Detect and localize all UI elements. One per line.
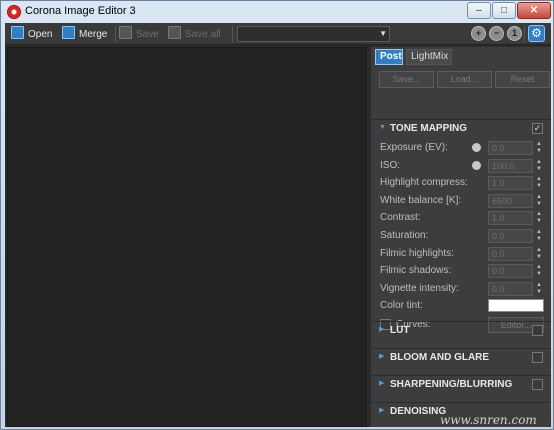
render-element-dropdown[interactable]: ▼ bbox=[237, 26, 390, 42]
setting-value-input[interactable]: 0.0 bbox=[488, 264, 533, 278]
setting-row: Saturation: 0.0 ▲ ▼ bbox=[371, 228, 551, 244]
toolbar-divider bbox=[232, 26, 233, 42]
setting-row: Contrast: 1.0 ▲ ▼ bbox=[371, 210, 551, 226]
setting-value-input[interactable]: 1.0 bbox=[488, 211, 533, 225]
setting-row: Highlight compress: 1.0 ▲ ▼ bbox=[371, 175, 551, 191]
folder-merge-icon bbox=[62, 26, 75, 39]
floppy-disk-icon bbox=[119, 26, 132, 39]
spinner-arrows-icon[interactable]: ▲ ▼ bbox=[535, 176, 543, 190]
floppy-disk-all-icon bbox=[168, 26, 181, 39]
collapsed-arrow-icon: ▶ bbox=[379, 326, 385, 333]
section-header[interactable]: ▶ LUT bbox=[371, 321, 551, 339]
minimize-button[interactable]: – bbox=[467, 2, 491, 19]
setting-row: ISO: 100.0 ▲ ▼ bbox=[371, 158, 551, 174]
save-preset-button[interactable]: Save... bbox=[379, 71, 434, 88]
save-all-label: Save all bbox=[185, 29, 221, 40]
save-label: Save bbox=[136, 29, 159, 40]
setting-value-input[interactable]: 100.0 bbox=[488, 159, 533, 173]
section-title: LUT bbox=[390, 325, 410, 336]
settings-gear-icon[interactable]: ⚙ bbox=[528, 25, 545, 42]
spinner-arrows-icon[interactable]: ▲ ▼ bbox=[535, 282, 543, 296]
save-button[interactable]: Save bbox=[119, 26, 159, 42]
folder-open-icon bbox=[11, 26, 24, 39]
section-checkbox[interactable] bbox=[532, 352, 543, 363]
chevron-down-icon: ▼ bbox=[379, 29, 387, 38]
tab-lightmix[interactable]: LightMix bbox=[406, 49, 452, 65]
image-canvas[interactable] bbox=[7, 47, 367, 427]
color-tint-label: Color tint: bbox=[380, 300, 423, 311]
merge-button[interactable]: Merge bbox=[62, 26, 107, 42]
setting-label: Contrast: bbox=[380, 212, 421, 223]
merge-label: Merge bbox=[79, 29, 108, 40]
lock-radio-icon[interactable] bbox=[472, 143, 481, 152]
setting-label: White balance [K]: bbox=[380, 195, 462, 206]
close-button[interactable]: ✕ bbox=[517, 2, 551, 19]
setting-label: Exposure (EV): bbox=[380, 142, 448, 153]
setting-value-input[interactable]: 0.0 bbox=[488, 282, 533, 296]
window-title: Corona Image Editor 3 bbox=[25, 5, 136, 17]
spinner-arrows-icon[interactable]: ▲ ▼ bbox=[535, 211, 543, 225]
setting-label: Vignette intensity: bbox=[380, 283, 459, 294]
setting-value-input[interactable]: 0.0 bbox=[488, 141, 533, 155]
collapsed-arrow-icon: ▶ bbox=[379, 353, 385, 360]
spinner-arrows-icon[interactable]: ▲ ▼ bbox=[535, 229, 543, 243]
zoom-actual-size-icon[interactable]: 1 bbox=[507, 26, 522, 41]
section-title: SHARPENING/BLURRING bbox=[390, 379, 513, 390]
section-tone-mapping[interactable]: ▼ TONE MAPPING ✓ bbox=[371, 119, 551, 137]
collapsed-arrow-icon: ▶ bbox=[379, 407, 385, 414]
open-label: Open bbox=[28, 29, 53, 40]
tab-post[interactable]: Post bbox=[375, 49, 403, 65]
section-header[interactable]: ▶ BLOOM AND GLARE bbox=[371, 348, 551, 366]
corona-logo-icon bbox=[7, 5, 21, 19]
setting-label: Filmic highlights: bbox=[380, 248, 454, 259]
setting-row: Filmic highlights: 0.0 ▲ ▼ bbox=[371, 246, 551, 262]
open-button[interactable]: Open bbox=[11, 26, 52, 42]
collapsed-arrow-icon: ▶ bbox=[379, 380, 385, 387]
app-window: Corona Image Editor 3 – □ ✕ Open Merge S… bbox=[0, 0, 554, 430]
spinner-arrows-icon[interactable]: ▲ ▼ bbox=[535, 247, 543, 261]
color-tint-swatch[interactable] bbox=[488, 299, 544, 312]
spinner-arrows-icon[interactable]: ▲ ▼ bbox=[535, 159, 543, 173]
watermark-text: www.snren.com bbox=[440, 413, 537, 427]
setting-value-input[interactable]: 6500 bbox=[488, 194, 533, 208]
lock-radio-icon[interactable] bbox=[472, 161, 481, 170]
setting-row: White balance [K]: 6500 ▲ ▼ bbox=[371, 193, 551, 209]
setting-value-input[interactable]: 0.0 bbox=[488, 229, 533, 243]
setting-row: Exposure (EV): 0.0 ▲ ▼ bbox=[371, 140, 551, 156]
setting-label: Filmic shadows: bbox=[380, 265, 452, 276]
setting-value-input[interactable]: 0.0 bbox=[488, 247, 533, 261]
setting-row: Filmic shadows: 0.0 ▲ ▼ bbox=[371, 263, 551, 279]
toolbar: Open Merge Save Save all ▼ + − 1 ⚙ bbox=[5, 23, 551, 45]
setting-label: Saturation: bbox=[380, 230, 429, 241]
load-preset-button[interactable]: Load... bbox=[437, 71, 492, 88]
post-processing-panel: Post LightMix Save... Load... Reset ▼ TO… bbox=[371, 47, 551, 427]
toolbar-divider bbox=[115, 26, 116, 42]
zoom-out-icon[interactable]: − bbox=[489, 26, 504, 41]
save-all-button[interactable]: Save all bbox=[168, 26, 221, 42]
color-tint-row: Color tint: bbox=[371, 298, 551, 314]
setting-label: ISO: bbox=[380, 160, 401, 171]
section-checkbox[interactable] bbox=[532, 325, 543, 336]
setting-label: Highlight compress: bbox=[380, 177, 468, 188]
setting-row: Vignette intensity: 0.0 ▲ ▼ bbox=[371, 281, 551, 297]
zoom-in-icon[interactable]: + bbox=[471, 26, 486, 41]
section-checkbox[interactable] bbox=[532, 379, 543, 390]
expanded-arrow-icon: ▼ bbox=[379, 124, 386, 131]
spinner-arrows-icon[interactable]: ▲ ▼ bbox=[535, 264, 543, 278]
maximize-button[interactable]: □ bbox=[492, 2, 516, 19]
title-bar[interactable]: Corona Image Editor 3 – □ ✕ bbox=[1, 1, 553, 23]
section-title: DENOISING bbox=[390, 406, 447, 417]
spinner-arrows-icon[interactable]: ▲ ▼ bbox=[535, 141, 543, 155]
spinner-arrows-icon[interactable]: ▲ ▼ bbox=[535, 194, 543, 208]
app-body: Open Merge Save Save all ▼ + − 1 ⚙ Post … bbox=[5, 23, 551, 427]
setting-value-input[interactable]: 1.0 bbox=[488, 176, 533, 190]
toolbar-divider bbox=[524, 26, 525, 42]
section-header[interactable]: ▶ SHARPENING/BLURRING bbox=[371, 375, 551, 393]
section-title: TONE MAPPING bbox=[390, 123, 468, 134]
tone-mapping-checkbox[interactable]: ✓ bbox=[532, 123, 543, 134]
reset-button[interactable]: Reset bbox=[495, 71, 550, 88]
section-title: BLOOM AND GLARE bbox=[390, 352, 490, 363]
